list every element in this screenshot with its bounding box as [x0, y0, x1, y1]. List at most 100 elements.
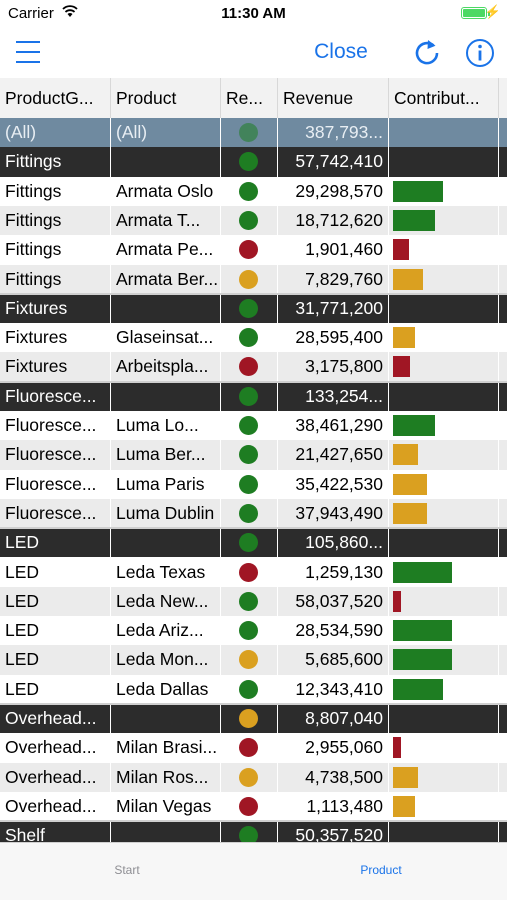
status-cell: [221, 821, 278, 842]
column-header-contribution[interactable]: Contribut...: [389, 78, 499, 118]
data-grid[interactable]: ProductG... Product Re... Revenue Contri…: [0, 78, 507, 842]
contribution-bar: [393, 678, 443, 700]
column-header-product[interactable]: Product: [111, 78, 221, 118]
revenue-cell: 8,807,040: [278, 704, 389, 734]
product-group-cell: Fittings: [0, 176, 111, 206]
column-header-productgroup[interactable]: ProductG...: [0, 78, 111, 118]
table-row[interactable]: LED Leda Ariz... 28,534,590: [0, 616, 507, 646]
table-row[interactable]: Fluoresce... Luma Paris 35,422,530: [0, 469, 507, 499]
revenue-cell: 29,298,570: [278, 176, 389, 206]
tab-start[interactable]: Start: [67, 863, 187, 877]
group-row[interactable]: Fittings 57,742,410: [0, 147, 507, 177]
product-cell: Luma Lo...: [111, 411, 221, 441]
product-cell: Armata Pe...: [111, 235, 221, 265]
product-cell: Leda New...: [111, 586, 221, 617]
revenue-cell: 1,113,480: [278, 791, 389, 822]
product-cell: Glaseinsat...: [111, 323, 221, 353]
revenue-cell: 31,771,200: [278, 293, 389, 324]
product-group-cell: LED: [0, 645, 111, 675]
contribution-cell: [389, 352, 499, 382]
product-cell: [111, 704, 221, 734]
product-cell: Luma Ber...: [111, 440, 221, 470]
revenue-cell: 18,712,620: [278, 205, 389, 236]
contribution-cell: [389, 469, 499, 499]
product-group-cell: Fluoresce...: [0, 381, 111, 411]
revenue-cell: 1,901,460: [278, 235, 389, 265]
table-row[interactable]: Fittings Armata Oslo 29,298,570: [0, 176, 507, 206]
product-group-cell: Overhead...: [0, 791, 111, 822]
contribution-bar: [393, 590, 401, 612]
status-indicator-green: [239, 298, 258, 318]
hamburger-menu-icon[interactable]: [16, 40, 40, 66]
product-group-cell: Fluoresce...: [0, 469, 111, 499]
revenue-cell: 4,738,500: [278, 762, 389, 792]
product-cell: Leda Mon...: [111, 645, 221, 675]
tab-product[interactable]: Product: [321, 863, 441, 877]
table-row[interactable]: Fittings Armata T... 18,712,620: [0, 205, 507, 236]
group-divider: [0, 527, 507, 530]
group-divider: [0, 380, 507, 383]
info-icon[interactable]: [465, 38, 495, 68]
table-row[interactable]: Fittings Armata Ber... 7,829,760: [0, 264, 507, 294]
total-row[interactable]: (All) (All) 387,793...: [0, 118, 507, 148]
status-cell: [221, 704, 278, 734]
refresh-icon[interactable]: [413, 37, 441, 67]
revenue-cell: 2,955,060: [278, 733, 389, 763]
product-cell: Leda Texas: [111, 557, 221, 587]
table-row[interactable]: LED Leda New... 58,037,520: [0, 586, 507, 617]
contribution-cell: [389, 645, 499, 675]
column-header-revenue[interactable]: Revenue: [278, 78, 389, 118]
table-row[interactable]: LED Leda Dallas 12,343,410: [0, 674, 507, 704]
close-button[interactable]: Close: [300, 40, 382, 64]
status-cell: [221, 528, 278, 558]
revenue-cell: 105,860...: [278, 528, 389, 558]
header-row: ProductG... Product Re... Revenue Contri…: [0, 78, 507, 118]
product-group-cell: LED: [0, 674, 111, 704]
status-cell: [221, 411, 278, 441]
table-row[interactable]: Overhead... Milan Vegas 1,113,480: [0, 791, 507, 822]
status-indicator-red: [239, 796, 258, 816]
status-cell: [221, 352, 278, 382]
group-row[interactable]: Shelf 50,357,520: [0, 821, 507, 842]
product-group-cell: LED: [0, 528, 111, 558]
contribution-bar: [393, 239, 409, 261]
product-group-cell: Fluoresce...: [0, 498, 111, 529]
status-indicator-green: [239, 181, 258, 201]
product-group-cell: Fittings: [0, 235, 111, 265]
table-row[interactable]: LED Leda Mon... 5,685,600: [0, 645, 507, 675]
status-indicator-green: [239, 503, 258, 523]
contribution-cell: [389, 118, 499, 148]
table-row[interactable]: Fluoresce... Luma Ber... 21,427,650: [0, 440, 507, 470]
contribution-cell: [389, 762, 499, 792]
product-group-cell: Fittings: [0, 147, 111, 177]
table-row[interactable]: Overhead... Milan Brasi... 2,955,060: [0, 733, 507, 763]
status-indicator-amber: [239, 269, 258, 289]
revenue-cell: 7,829,760: [278, 264, 389, 294]
product-cell: Milan Ros...: [111, 762, 221, 792]
status-cell: [221, 762, 278, 792]
table-row[interactable]: Fluoresce... Luma Lo... 38,461,290: [0, 411, 507, 441]
revenue-cell: 3,175,800: [278, 352, 389, 382]
table-row[interactable]: Overhead... Milan Ros... 4,738,500: [0, 762, 507, 792]
group-row[interactable]: LED 105,860...: [0, 528, 507, 558]
table-row[interactable]: Fittings Armata Pe... 1,901,460: [0, 235, 507, 265]
contribution-cell: [389, 293, 499, 324]
product-cell: [111, 293, 221, 324]
table-row[interactable]: Fluoresce... Luma Dublin 37,943,490: [0, 498, 507, 529]
revenue-cell: 1,259,130: [278, 557, 389, 587]
table-row[interactable]: Fixtures Glaseinsat... 28,595,400: [0, 323, 507, 353]
column-header-revenue-status[interactable]: Re...: [221, 78, 278, 118]
status-indicator-green: [239, 386, 258, 406]
revenue-cell: 387,793...: [278, 118, 389, 148]
product-cell: Armata Oslo: [111, 176, 221, 206]
contribution-cell: [389, 381, 499, 411]
group-row[interactable]: Fluoresce... 133,254...: [0, 381, 507, 411]
group-row[interactable]: Fixtures 31,771,200: [0, 293, 507, 324]
product-cell: Leda Ariz...: [111, 616, 221, 646]
table-row[interactable]: Fixtures Arbeitspla... 3,175,800: [0, 352, 507, 382]
status-cell: [221, 586, 278, 617]
product-cell: Armata Ber...: [111, 264, 221, 294]
table-row[interactable]: LED Leda Texas 1,259,130: [0, 557, 507, 587]
group-row[interactable]: Overhead... 8,807,040: [0, 704, 507, 734]
status-cell: [221, 498, 278, 529]
